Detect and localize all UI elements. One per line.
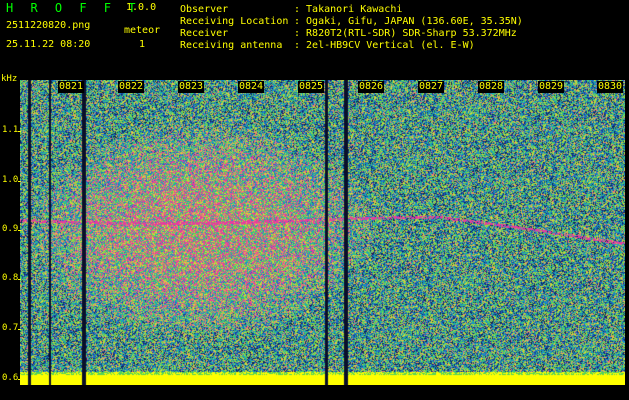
x-tick-label: 0829 [538,81,565,93]
info-value: : R820T2(RTL-SDR) SDR-Sharp 53.372MHz [294,28,517,39]
x-tick-label: 0821 [58,81,85,93]
spectrogram-canvas [20,80,625,385]
info-value: : Takanori Kawachi [294,4,403,15]
info-key: Receiving Location [180,16,289,27]
y-tick-label: 0.7 [2,323,19,333]
file-name: 2511220820.png [6,20,91,31]
info-key: Observer [180,4,229,15]
detection-label: meteor [124,25,161,36]
info-value: : Ogaki, Gifu, JAPAN (136.60E, 35.35N) [294,16,523,27]
x-tick-label: 0828 [478,81,505,93]
info-row-location: Receiving Location : Ogaki, Gifu, JAPAN … [180,16,523,28]
info-row-receiver: Receiver : R820T2(RTL-SDR) SDR-Sharp 53.… [180,28,523,40]
app-title: H R O F F T [6,1,141,15]
detection-count: 1 [139,39,146,50]
info-key: Receiving antenna [180,40,283,51]
y-tick-label: 1.0 [2,175,19,185]
x-tick-label: 0827 [418,81,445,93]
x-tick-label: 0822 [118,81,145,93]
y-tick-label: 0.6 [2,373,19,383]
y-tick-mark [18,379,21,380]
datetime: 25.11.22 08:20 [6,39,91,50]
info-key: Receiver [180,28,229,39]
info-row-observer: Observer : Takanori Kawachi [180,4,523,16]
spectrogram-plot [20,80,625,385]
y-tick-mark [18,279,21,280]
x-tick-label: 0830 [597,81,624,93]
x-tick-label: 0824 [238,81,265,93]
app-version: 1.0.0 [126,2,157,13]
x-tick-label: 0825 [298,81,325,93]
y-tick-mark [18,329,21,330]
info-value: : 2el-HB9CV Vertical (el. E-W) [294,40,475,51]
info-row-antenna: Receiving antenna : 2el-HB9CV Vertical (… [180,40,523,52]
y-tick-label: 0.9 [2,224,19,234]
y-axis-unit: kHz [1,74,18,84]
x-tick-label: 0823 [178,81,205,93]
y-tick-label: 0.8 [2,273,19,283]
x-tick-label: 0826 [358,81,385,93]
station-info: Observer : Takanori Kawachi Receiving Lo… [180,4,523,52]
y-tick-mark [18,131,21,132]
y-tick-mark [18,230,21,231]
y-tick-label: 1.1 [2,125,19,135]
header: H R O F F T 1.0.0 2511220820.png 25.11.2… [0,0,629,80]
y-tick-mark [18,181,21,182]
